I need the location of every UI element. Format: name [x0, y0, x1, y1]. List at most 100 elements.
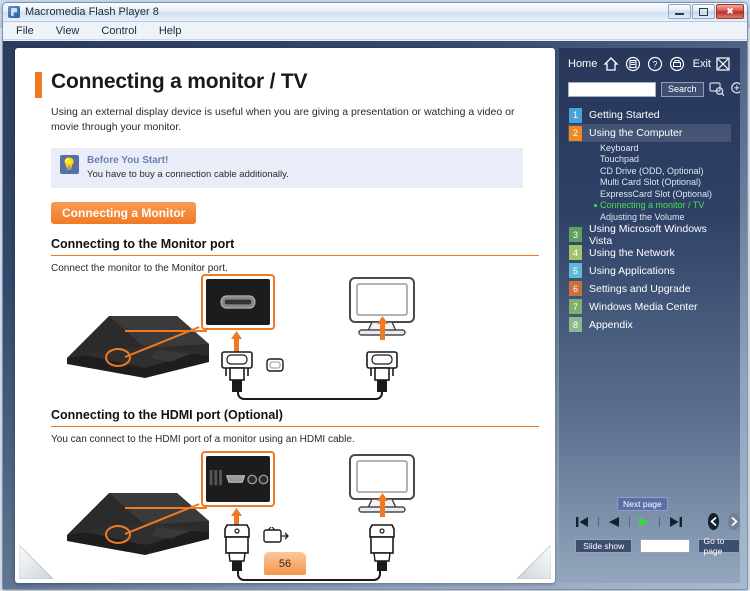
forward-button[interactable] — [728, 513, 740, 530]
arrow-up-icon — [377, 316, 388, 341]
page-intro-text: Using an external display device is usef… — [51, 106, 515, 134]
hdmi-cable — [237, 567, 381, 582]
diagram-monitor-connection — [51, 274, 551, 401]
chapter-label: Settings and Upgrade — [589, 282, 691, 295]
transport-separator — [598, 516, 599, 527]
toc-chapter-8[interactable]: 8 Appendix — [568, 316, 731, 334]
toc-subitem-keyboard[interactable]: Keyboard — [568, 142, 731, 154]
search-row: Search — [568, 81, 740, 97]
table-of-contents: 1 Getting Started 2 Using the Computer K… — [568, 106, 731, 334]
goto-page-button[interactable]: Go to page — [698, 536, 740, 556]
section-heading-pill: Connecting a Monitor — [51, 202, 197, 225]
hdmi-port-callout — [201, 451, 275, 508]
chapter-label: Appendix — [589, 318, 633, 331]
last-page-button[interactable] — [669, 515, 683, 529]
page-corner-fold-left[interactable] — [19, 545, 53, 579]
monitor-port-callout — [201, 274, 275, 331]
page-number-tab: 56 — [264, 552, 306, 575]
chapter-label: Using the Computer — [589, 127, 683, 139]
home-icon[interactable] — [603, 56, 619, 72]
laptop-illustration — [67, 316, 209, 379]
play-next-page-button[interactable] — [638, 515, 650, 529]
subsection-text-monitor: Connect the monitor to the Monitor port. — [51, 263, 228, 275]
page-corner-fold-right[interactable] — [517, 545, 551, 579]
toc-subitem-touchpad[interactable]: Touchpad — [568, 154, 731, 166]
print-icon[interactable] — [669, 56, 685, 72]
screen-search-icon[interactable] — [708, 81, 725, 97]
search-input[interactable] — [568, 81, 656, 97]
toc-subitem-connecting-monitor[interactable]: Connecting a monitor / TV — [568, 200, 731, 212]
callout-leader-line — [125, 330, 207, 333]
bookmark-icon[interactable] — [625, 56, 641, 72]
title-accent-bar — [35, 72, 42, 98]
subsection-text-hdmi: You can connect to the HDMI port of a mo… — [51, 434, 355, 446]
previous-page-button[interactable] — [608, 515, 620, 529]
menubar: File View Control Help — [3, 22, 747, 40]
menu-view[interactable]: View — [53, 24, 83, 38]
transport-separator — [628, 516, 630, 527]
chapter-label: Getting Started — [589, 109, 660, 121]
chapter-number: 8 — [569, 317, 582, 332]
tip-title: Before You Start! — [87, 155, 169, 167]
menu-help[interactable]: Help — [156, 24, 185, 38]
page-jump-row: Slide show Go to page — [559, 530, 740, 556]
toc-subitem-cd-drive[interactable]: CD Drive (ODD, Optional) — [568, 165, 731, 177]
vga-port-icon — [220, 295, 256, 310]
toc-chapter-7[interactable]: 7 Windows Media Center — [568, 298, 731, 316]
toc-subitem-adjusting-volume[interactable]: Adjusting the Volume — [568, 211, 731, 223]
flash-icon — [8, 6, 20, 18]
subsection-heading-monitor: Connecting to the Monitor port — [51, 237, 539, 257]
playback-controls: Next page Slide show Go to page — [559, 497, 740, 556]
goto-page-input[interactable] — [640, 539, 691, 553]
exit-label[interactable]: Exit — [693, 58, 711, 70]
window-title: Macromedia Flash Player 8 — [25, 6, 159, 18]
menu-file[interactable]: File — [13, 24, 37, 38]
toc-subitem-multi-card-slot[interactable]: Multi Card Slot (Optional) — [568, 177, 731, 189]
exit-icon[interactable] — [715, 56, 731, 72]
search-button[interactable]: Search — [661, 81, 704, 97]
navigation-panel: Home ? Exit Search 1 Getting Started 2 U… — [559, 48, 740, 583]
chapter-number: 4 — [569, 245, 582, 260]
menu-control[interactable]: Control — [98, 24, 139, 38]
hdmi-connector-left — [224, 524, 250, 572]
home-label[interactable]: Home — [568, 58, 597, 70]
close-button[interactable]: ✖ — [716, 4, 744, 19]
first-page-button[interactable] — [575, 515, 589, 529]
toc-chapter-1[interactable]: 1 Getting Started — [568, 106, 731, 124]
chapter-number: 3 — [569, 227, 582, 242]
toc-subitem-expresscard-slot[interactable]: ExpressCard Slot (Optional) — [568, 188, 731, 200]
chapter-label: Using Applications — [589, 264, 675, 277]
chapter-label: Using Microsoft Windows Vista — [589, 222, 707, 247]
toc-chapter-5[interactable]: 5 Using Applications — [568, 262, 731, 280]
chapter-number: 5 — [569, 263, 582, 278]
slideshow-button[interactable]: Slide show — [575, 539, 633, 553]
before-you-start-box: 💡 Before You Start! You have to buy a co… — [51, 148, 523, 189]
chapter-label: Using the Network — [589, 246, 675, 259]
zoom-in-icon[interactable] — [730, 81, 740, 97]
minimize-button[interactable] — [668, 4, 691, 19]
chapter-number: 7 — [569, 299, 582, 314]
window-titlebar[interactable]: Macromedia Flash Player 8 ✖ — [3, 3, 747, 22]
toc-chapter-6[interactable]: 6 Settings and Upgrade — [568, 280, 731, 298]
tip-text: You have to buy a connection cable addit… — [87, 169, 289, 181]
chapter-label: Windows Media Center — [589, 300, 698, 313]
hdmi-connector-right — [369, 524, 395, 572]
manual-page: Connecting a monitor / TV Using an exter… — [15, 48, 555, 583]
maximize-icon — [699, 7, 708, 16]
toc-chapter-3[interactable]: 3 Using Microsoft Windows Vista — [568, 222, 731, 247]
tv-icon — [263, 527, 289, 544]
maximize-button[interactable] — [692, 4, 715, 19]
back-button[interactable] — [707, 513, 720, 530]
window-controls: ✖ — [668, 4, 744, 19]
page-title: Connecting a monitor / TV — [51, 70, 308, 93]
callout-leader-line — [125, 507, 207, 510]
flash-player-window: Macromedia Flash Player 8 ✖ File View Co… — [2, 2, 748, 590]
chapter-number: 2 — [569, 125, 582, 141]
toc-chapter-2[interactable]: 2 Using the Computer — [568, 124, 731, 142]
help-icon[interactable]: ? — [647, 56, 663, 72]
svg-text:?: ? — [653, 60, 658, 70]
transport-bar — [559, 513, 740, 530]
hdmi-port-icon — [209, 470, 269, 486]
tooltip-next-page: Next page — [617, 497, 668, 511]
vga-cap-icon — [266, 358, 284, 373]
